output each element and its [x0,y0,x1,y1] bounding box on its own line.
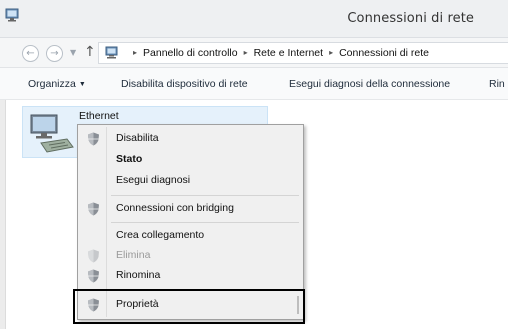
menu-separator [111,222,299,223]
uac-shield-icon [88,132,99,146]
network-connections-icon[interactable] [5,8,23,22]
breadcrumb-separator: ▸ [243,48,248,57]
uac-shield-icon [88,249,99,263]
address-bar[interactable]: ▸ Pannello di controllo ▸ Rete e Internet ▸ C… [98,42,508,64]
menu-item-rinomina[interactable]: Rinomina [80,266,301,286]
breadcrumb-network-connections[interactable]: Connessioni di rete [339,47,429,59]
uac-shield-icon [88,202,99,216]
menu-separator [111,195,299,196]
window-titlebar: Connessioni di rete [0,0,508,38]
menu-item-stato[interactable]: Stato [80,150,301,170]
rename-button[interactable]: Rin [489,78,505,90]
organize-button[interactable]: Organizza ▼ [28,78,86,90]
menu-item-label: Connessioni con bridging [116,202,234,214]
breadcrumb-control-panel[interactable]: Pannello di controllo [143,47,238,59]
command-bar: Organizza ▼ Disabilita dispositivo di ret… [0,68,508,100]
breadcrumb-separator: ▸ [329,48,334,57]
ethernet-label: Ethernet [79,110,119,122]
window-title: Connessioni di rete [347,11,474,26]
menu-item-label: Esegui diagnosi [116,174,191,186]
up-arrow-icon[interactable]: ↑ [84,44,96,60]
menu-item-label: Stato [116,153,143,165]
control-panel-icon [105,46,118,59]
breadcrumb-network-internet[interactable]: Rete e Internet [254,47,323,59]
menu-item-label: Disabilita [116,132,159,144]
menu-item-label: Crea collegamento [116,229,205,241]
navigation-bar: ← → ▼ ↑ ▸ Pannello di controllo ▸ Rete e In… [0,38,508,68]
diagnose-connection-button[interactable]: Esegui diagnosi della connessione [289,78,450,90]
menu-item-label: Rinomina [116,269,161,281]
breadcrumb-separator: ▸ [133,48,138,57]
menu-item-label: Elimina [116,249,151,261]
menu-item-crea-collegamento[interactable]: Crea collegamento [80,226,301,246]
chevron-down-icon: ▼ [78,81,86,88]
network-adapter-icon [30,114,74,153]
back-arrow-icon[interactable]: ← [22,45,39,62]
highlight-frame [73,289,305,324]
menu-edge-marker [297,296,299,314]
breadcrumb: ▸ Pannello di controllo ▸ Rete e Internet ▸ C… [127,47,429,59]
menu-item-esegui-diagnosi[interactable]: Esegui diagnosi [80,171,301,191]
organize-label: Organizza [28,78,76,90]
menu-item-connessioni-bridging[interactable]: Connessioni con bridging [80,199,301,219]
forward-arrow-icon[interactable]: → [46,45,63,62]
disable-device-button[interactable]: Disabilita dispositivo di rete [121,78,248,90]
navigation-pane-edge [0,100,6,329]
menu-item-disabilita[interactable]: Disabilita [80,129,301,149]
chevron-down-icon[interactable]: ▼ [70,48,76,57]
menu-item-elimina: Elimina [80,246,301,266]
uac-shield-icon [88,269,99,283]
